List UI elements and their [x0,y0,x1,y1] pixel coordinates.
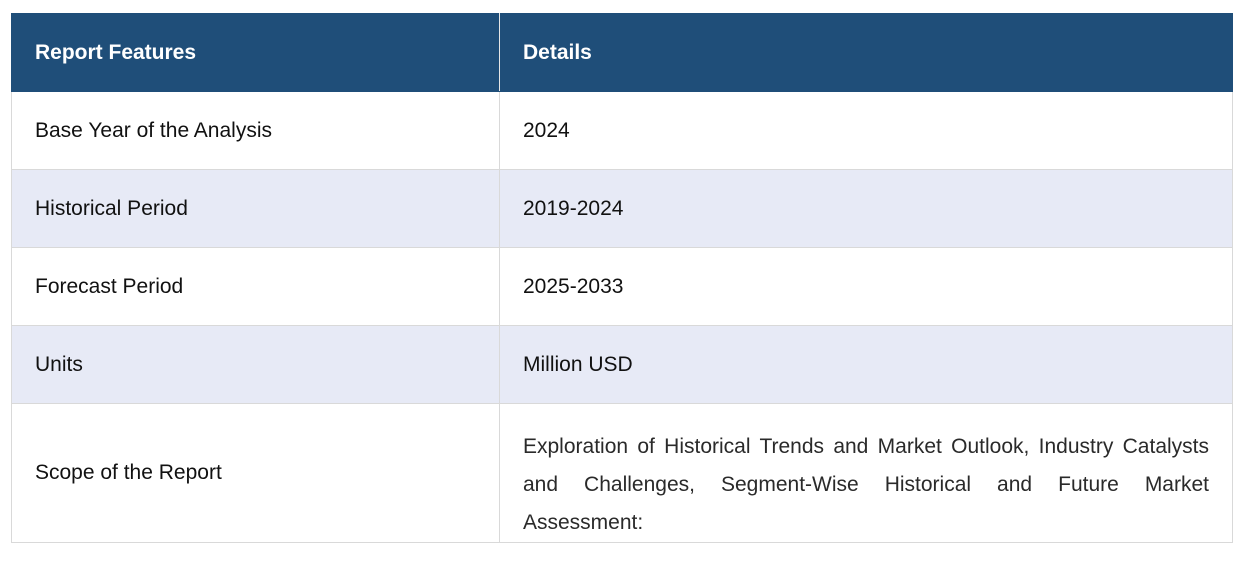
feature-cell: Base Year of the Analysis [11,91,500,170]
feature-cell: Scope of the Report [11,403,500,543]
table-body: Base Year of the Analysis 2024 Historica… [11,91,1233,543]
table-row: Historical Period 2019-2024 [11,169,1233,248]
feature-cell: Forecast Period [11,247,500,326]
feature-cell: Historical Period [11,169,500,248]
detail-cell: 2025-2033 [499,247,1233,326]
table-row: Forecast Period 2025-2033 [11,247,1233,326]
scope-description: Exploration of Historical Trends and Mar… [523,435,1209,534]
table-row: Units Million USD [11,325,1233,404]
table-row: Base Year of the Analysis 2024 [11,91,1233,170]
detail-cell: 2024 [499,91,1233,170]
detail-cell: Million USD [499,325,1233,404]
report-features-table: Report Features Details Base Year of the… [11,13,1233,543]
detail-cell: Exploration of Historical Trends and Mar… [499,403,1233,543]
table-header: Report Features Details [11,13,1233,92]
header-report-features: Report Features [11,13,500,92]
header-details: Details [499,13,1233,92]
feature-cell: Units [11,325,500,404]
header-row: Report Features Details [11,13,1233,92]
detail-cell: 2019-2024 [499,169,1233,248]
table-row: Scope of the Report Exploration of Histo… [11,403,1233,543]
